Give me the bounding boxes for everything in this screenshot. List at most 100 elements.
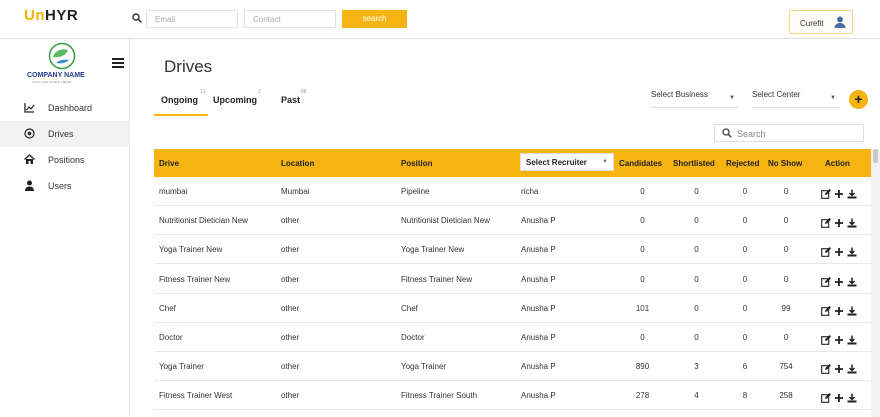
download-icon[interactable] (847, 332, 857, 345)
edit-icon[interactable] (821, 186, 831, 199)
center-select[interactable]: Select Center ▼ (752, 90, 840, 108)
edit-icon[interactable] (821, 215, 831, 229)
download-icon[interactable] (847, 244, 857, 257)
header-location[interactable]: Location (281, 159, 314, 168)
row-actions (821, 332, 861, 345)
cell-no-show: 99 (781, 303, 791, 313)
logo-suffix: HYR (45, 7, 79, 24)
header-drive[interactable]: Drive (159, 159, 179, 168)
user-menu[interactable]: Curefit (789, 10, 853, 34)
cell-location: other (281, 245, 300, 255)
contact-field[interactable] (244, 10, 336, 28)
add-drive-button[interactable]: + (849, 90, 868, 109)
cell-no-show: 258 (779, 391, 793, 401)
header-candidates[interactable]: Candidates (619, 159, 662, 168)
download-icon[interactable] (847, 361, 857, 374)
download-icon[interactable] (847, 186, 857, 199)
header-position[interactable]: Position (401, 159, 433, 168)
table-row[interactable]: Yoga Trainer New other Yoga Trainer New Anu… (154, 235, 871, 265)
tab-label: Upcoming (213, 95, 257, 105)
cell-position: Nutritionist Dietician New (401, 216, 490, 226)
tab-label: Past (281, 95, 301, 105)
cell-shortlisted: 0 (694, 187, 699, 196)
sidebar-item-label: Dashboard (48, 103, 93, 113)
row-actions (821, 274, 861, 287)
sidebar-item-positions[interactable]: Positions (0, 147, 130, 173)
add-icon[interactable] (834, 186, 844, 198)
table-row[interactable]: Doctor other Doctor Anusha P 0 0 0 0 (154, 323, 871, 352)
table-scrollbar[interactable] (871, 149, 880, 417)
home-icon (24, 154, 35, 164)
edit-icon[interactable] (821, 274, 831, 287)
add-icon[interactable] (834, 361, 844, 374)
company-logo-icon (48, 42, 76, 70)
cell-location: other (281, 333, 300, 342)
table-row[interactable]: Fitness Trainer New other Fitness Trainer … (154, 264, 871, 294)
table-row[interactable]: Fitness Trainer West other Fitness Trainer… (154, 381, 871, 411)
cell-position: Yoga Trainer New (401, 245, 465, 255)
email-field[interactable] (146, 10, 238, 28)
recruiter-select[interactable]: Select Recruiter ▼ (520, 153, 614, 171)
cell-position: Fitness Trainer South (401, 391, 478, 401)
table-row[interactable]: mumbai Mumbai Pipeline richa 0 0 0 0 (154, 177, 871, 206)
add-icon[interactable] (834, 215, 844, 228)
add-icon[interactable] (834, 303, 844, 315)
cell-rejected: 0 (742, 274, 748, 284)
tab-count: 88 (301, 89, 307, 95)
cell-no-show: 0 (783, 245, 789, 255)
cell-candidates: 0 (640, 274, 645, 284)
cell-shortlisted: 0 (694, 274, 699, 284)
cell-position: Yoga Trainer (401, 362, 447, 372)
edit-icon[interactable] (821, 390, 831, 404)
download-icon[interactable] (847, 303, 857, 316)
page-title: Drives (164, 57, 213, 76)
table-search-input[interactable]: Search (714, 124, 864, 142)
search-button[interactable]: search (342, 10, 407, 28)
cell-candidates: 0 (640, 187, 645, 196)
table-row[interactable]: Chef other Chef Anusha P 101 0 0 99 (154, 293, 871, 323)
add-icon[interactable] (834, 332, 844, 344)
scrollbar-thumb[interactable] (873, 149, 878, 163)
tab-past[interactable]: Past 88 (281, 89, 307, 105)
header-rejected[interactable]: Rejected (726, 159, 759, 168)
edit-icon[interactable] (821, 332, 831, 345)
business-select[interactable]: Select Business ▼ (651, 90, 739, 108)
add-icon[interactable] (834, 390, 844, 403)
cell-position: Chef (401, 303, 418, 313)
search-placeholder: Search (737, 129, 766, 139)
edit-icon[interactable] (821, 244, 831, 258)
download-icon[interactable] (847, 215, 857, 228)
menu-toggle-icon[interactable] (112, 58, 124, 68)
download-icon[interactable] (847, 274, 857, 287)
cell-location: other (281, 362, 300, 372)
add-icon[interactable] (834, 274, 844, 286)
tab-ongoing[interactable]: Ongoing 13 (161, 89, 206, 105)
cell-no-show: 0 (783, 274, 789, 284)
avatar-icon (834, 16, 846, 28)
sidebar-item-drives[interactable]: Drives (0, 121, 130, 147)
edit-icon[interactable] (821, 303, 831, 316)
download-icon[interactable] (847, 390, 857, 403)
search-icon (722, 128, 732, 138)
cell-candidates: 278 (635, 391, 650, 401)
row-actions (821, 215, 861, 229)
tab-upcoming[interactable]: Upcoming 2 (213, 89, 261, 105)
add-icon[interactable] (834, 244, 844, 257)
cell-candidates: 101 (635, 303, 650, 313)
sidebar-item-users[interactable]: Users (0, 173, 130, 199)
row-actions (821, 303, 861, 316)
sidebar-item-dashboard[interactable]: Dashboard (0, 95, 130, 121)
table-row[interactable]: Nutritionist Dietician New other Nutrition… (154, 206, 871, 236)
table-header: Drive Location Position Select Recruiter… (154, 149, 871, 177)
cell-candidates: 0 (640, 216, 645, 226)
app-logo[interactable]: UnHYR (24, 7, 78, 24)
cell-recruiter: Anusha P (521, 245, 556, 255)
header-no-show[interactable]: No Show (768, 159, 802, 168)
edit-icon[interactable] (821, 361, 831, 375)
search-icon (132, 13, 142, 23)
chevron-down-icon: ▼ (602, 159, 608, 165)
table-row[interactable]: Yoga Trainer other Yoga Trainer Anusha P 890… (154, 352, 871, 382)
logo-prefix: Un (24, 7, 45, 24)
header-shortlisted[interactable]: Shortlisted (673, 159, 715, 168)
cell-shortlisted: 4 (694, 391, 699, 401)
